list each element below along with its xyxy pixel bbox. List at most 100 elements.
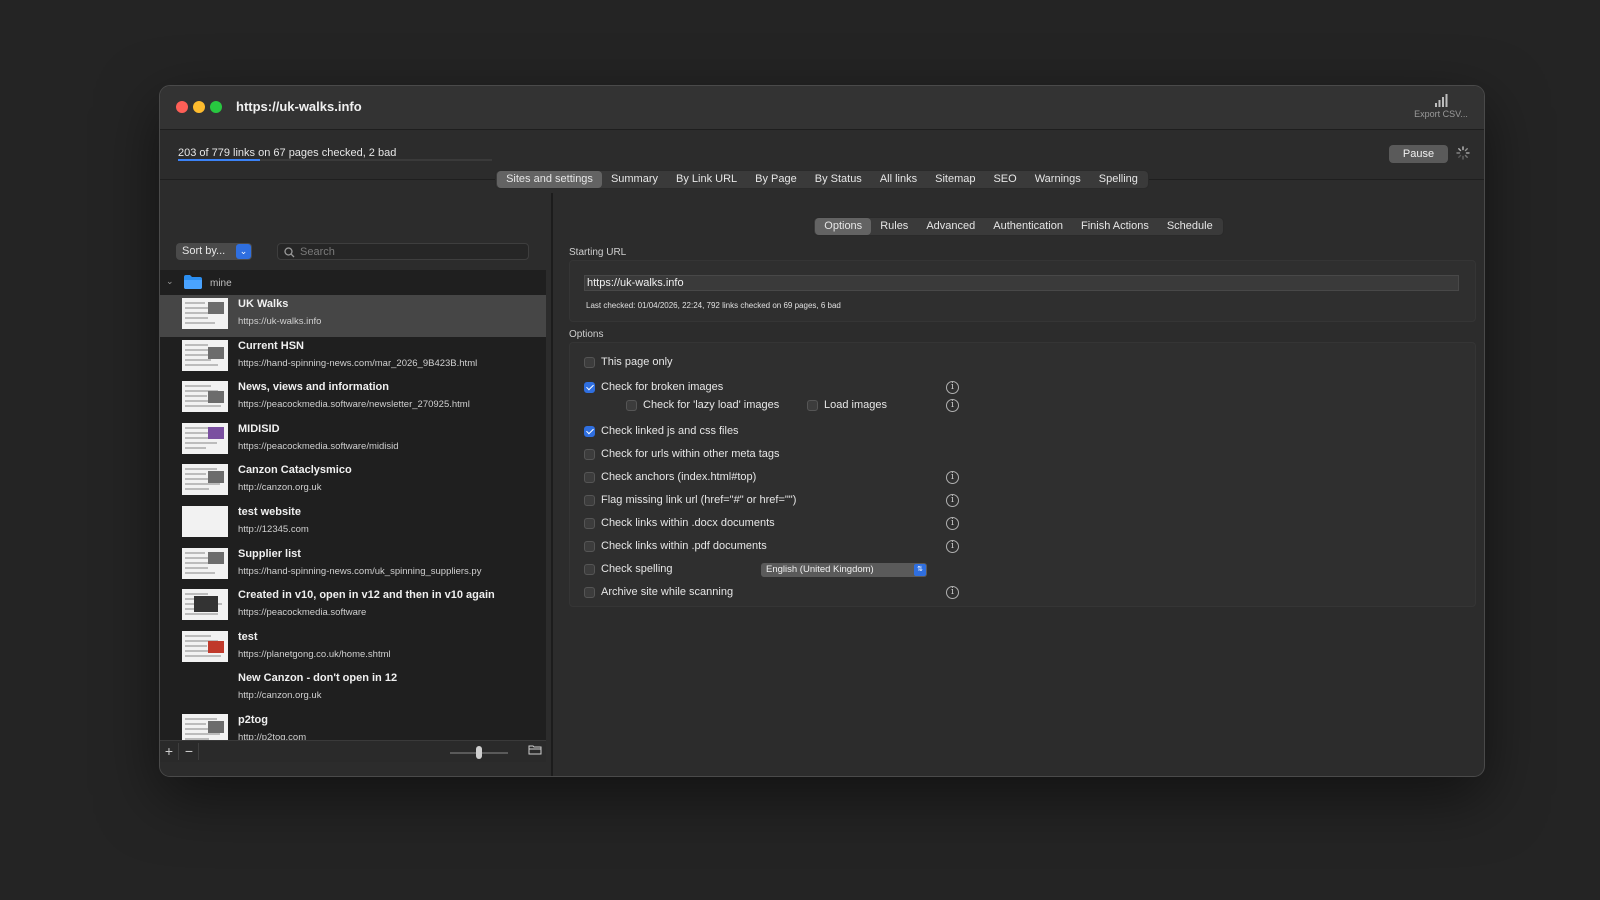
checkbox-this-page-only[interactable] [584, 357, 595, 368]
spelling-language-select[interactable]: English (United Kingdom) ⇅ [761, 563, 927, 577]
option-label-flag-missing-link-url-href-or-href[interactable]: Flag missing link url (href="#" or href=… [601, 494, 796, 506]
option-label-this-page-only[interactable]: This page only [601, 356, 673, 368]
tab-summary[interactable]: Summary [602, 171, 667, 188]
checkbox-check-spelling[interactable] [584, 564, 595, 575]
checkbox-archive-site-while-scanning[interactable] [584, 587, 595, 598]
info-icon[interactable]: i [946, 399, 959, 412]
chevron-down-icon[interactable]: ⌄ [166, 276, 174, 287]
thumbnail-image [208, 426, 224, 439]
site-thumbnail [182, 505, 228, 537]
site-url: https://peacockmedia.software/newsletter… [238, 399, 470, 411]
up-down-chevron-icon: ⇅ [914, 564, 926, 576]
list-footer: + − [160, 740, 546, 762]
checkbox-check-links-within-docx-documents[interactable] [584, 518, 595, 529]
option-label-check-spelling[interactable]: Check spelling [601, 563, 673, 575]
thumbnail-line [185, 571, 215, 574]
site-list-item[interactable]: test https://planetgong.co.uk/home.shtml [160, 628, 546, 670]
minimize-window-button[interactable] [193, 101, 205, 113]
tab-sitemap[interactable]: Sitemap [926, 171, 984, 188]
site-list-item[interactable]: MIDISID https://peacockmedia.software/mid… [160, 420, 546, 462]
option-label-archive-site-while-scanning[interactable]: Archive site while scanning [601, 586, 733, 598]
checkbox-check-for-lazy-load-images[interactable] [626, 400, 637, 411]
info-icon[interactable]: i [946, 540, 959, 553]
site-list-item[interactable]: Supplier list https://hand-spinning-news.… [160, 545, 546, 587]
site-list-item[interactable]: Current HSN https://hand-spinning-news.co… [160, 337, 546, 379]
thumbnail-line [185, 644, 207, 647]
checkbox-check-anchors-index-html-top[interactable] [584, 472, 595, 483]
settings-tab-authentication[interactable]: Authentication [984, 218, 1072, 235]
settings-tab-rules[interactable]: Rules [871, 218, 917, 235]
option-label-load-images[interactable]: Load images [824, 399, 887, 411]
options-box: This page only Check for broken images i Ch… [569, 342, 1476, 607]
sort-by-dropdown[interactable]: Sort by... ⌄ [176, 243, 252, 260]
tab-by-status[interactable]: By Status [806, 171, 871, 188]
tab-seo[interactable]: SEO [984, 171, 1025, 188]
settings-tab-advanced[interactable]: Advanced [917, 218, 984, 235]
thumbnail-image [208, 346, 224, 359]
folder-outline-icon [528, 745, 542, 755]
settings-tab-options[interactable]: Options [815, 218, 872, 235]
site-name: News, views and information [238, 381, 389, 394]
thumbnail-line [185, 566, 208, 569]
info-icon[interactable]: i [946, 517, 959, 530]
checkbox-check-for-urls-within-other-meta-tags[interactable] [584, 449, 595, 460]
option-label-check-for-urls-within-other-meta-tags[interactable]: Check for urls within other meta tags [601, 448, 780, 460]
tab-all-links[interactable]: All links [871, 171, 926, 188]
progress-status: 203 of 779 links on 67 pages checked, 2 … [178, 147, 397, 159]
option-label-check-for-lazy-load-images[interactable]: Check for 'lazy load' images [643, 399, 779, 411]
option-label-check-for-broken-images[interactable]: Check for broken images [601, 381, 723, 393]
new-folder-button[interactable] [528, 744, 542, 758]
group-row-mine[interactable]: ⌄ mine [160, 270, 546, 295]
site-list-item[interactable]: New Canzon - don't open in 12 http://canz… [160, 669, 546, 711]
starting-url-field[interactable]: https://uk-walks.info [584, 275, 1459, 291]
info-icon[interactable]: i [946, 586, 959, 599]
checkbox-load-images[interactable] [807, 400, 818, 411]
settings-tab-bar: Options Rules Advanced Authentication Finish… [553, 217, 1484, 236]
thumbnail-line [185, 363, 218, 366]
option-label-check-linked-js-and-css-files[interactable]: Check linked js and css files [601, 425, 739, 437]
option-label-check-links-within-docx-documents[interactable]: Check links within .docx documents [601, 517, 775, 529]
site-name: Current HSN [238, 339, 305, 352]
site-name: New Canzon - don't open in 12 [238, 672, 398, 685]
thumbnail-line [185, 473, 206, 476]
info-icon[interactable]: i [946, 471, 959, 484]
info-icon[interactable]: i [946, 494, 959, 507]
site-list-item[interactable]: Canzon Cataclysmico http://canzon.org.uk [160, 461, 546, 503]
search-input[interactable] [300, 244, 520, 259]
site-list-item[interactable]: News, views and information https://peaco… [160, 378, 546, 420]
pause-button[interactable]: Pause [1389, 145, 1448, 163]
tab-by-page[interactable]: By Page [746, 171, 806, 188]
site-thumbnail [182, 464, 228, 496]
remove-site-button[interactable]: − [180, 743, 199, 760]
checkbox-flag-missing-link-url-href-or-href[interactable] [584, 495, 595, 506]
settings-tab-finish-actions[interactable]: Finish Actions [1072, 218, 1158, 235]
site-name: test website [238, 505, 301, 518]
thumbnail-line [185, 634, 211, 637]
option-label-check-links-within-pdf-documents[interactable]: Check links within .pdf documents [601, 540, 767, 552]
checkbox-check-links-within-pdf-documents[interactable] [584, 541, 595, 552]
tab-spelling[interactable]: Spelling [1090, 171, 1147, 188]
option-label-check-anchors-index-html-top[interactable]: Check anchors (index.html#top) [601, 471, 756, 483]
export-csv-button[interactable]: Export CSV... [1410, 94, 1472, 126]
zoom-window-button[interactable] [210, 101, 222, 113]
site-list-item[interactable]: test website http://12345.com [160, 503, 546, 545]
site-list-item[interactable]: UK Walks https://uk-walks.info [160, 295, 546, 337]
checkbox-check-for-broken-images[interactable] [584, 382, 595, 393]
settings-tab-schedule[interactable]: Schedule [1158, 218, 1222, 235]
tab-by-link-url[interactable]: By Link URL [667, 171, 746, 188]
options-label: Options [569, 329, 604, 340]
sites-list[interactable]: ⌄ mine UK Walks https://uk-walks.info Curr… [160, 270, 546, 740]
site-url: https://peacockmedia.software/midisid [238, 440, 399, 452]
folder-icon [184, 275, 202, 289]
tab-sites-and-settings[interactable]: Sites and settings [497, 171, 602, 188]
info-icon[interactable]: i [946, 381, 959, 394]
checkbox-check-linked-js-and-css-files[interactable] [584, 426, 595, 437]
slider-handle[interactable] [476, 746, 482, 759]
search-field[interactable] [277, 243, 529, 260]
close-window-button[interactable] [176, 101, 188, 113]
site-url: https://peacockmedia.software [238, 607, 367, 619]
site-list-item[interactable]: Created in v10, open in v12 and then in … [160, 586, 546, 628]
add-site-button[interactable]: + [160, 743, 179, 760]
site-list-item[interactable]: p2tog http://p2tog.com [160, 711, 546, 740]
tab-warnings[interactable]: Warnings [1026, 171, 1090, 188]
